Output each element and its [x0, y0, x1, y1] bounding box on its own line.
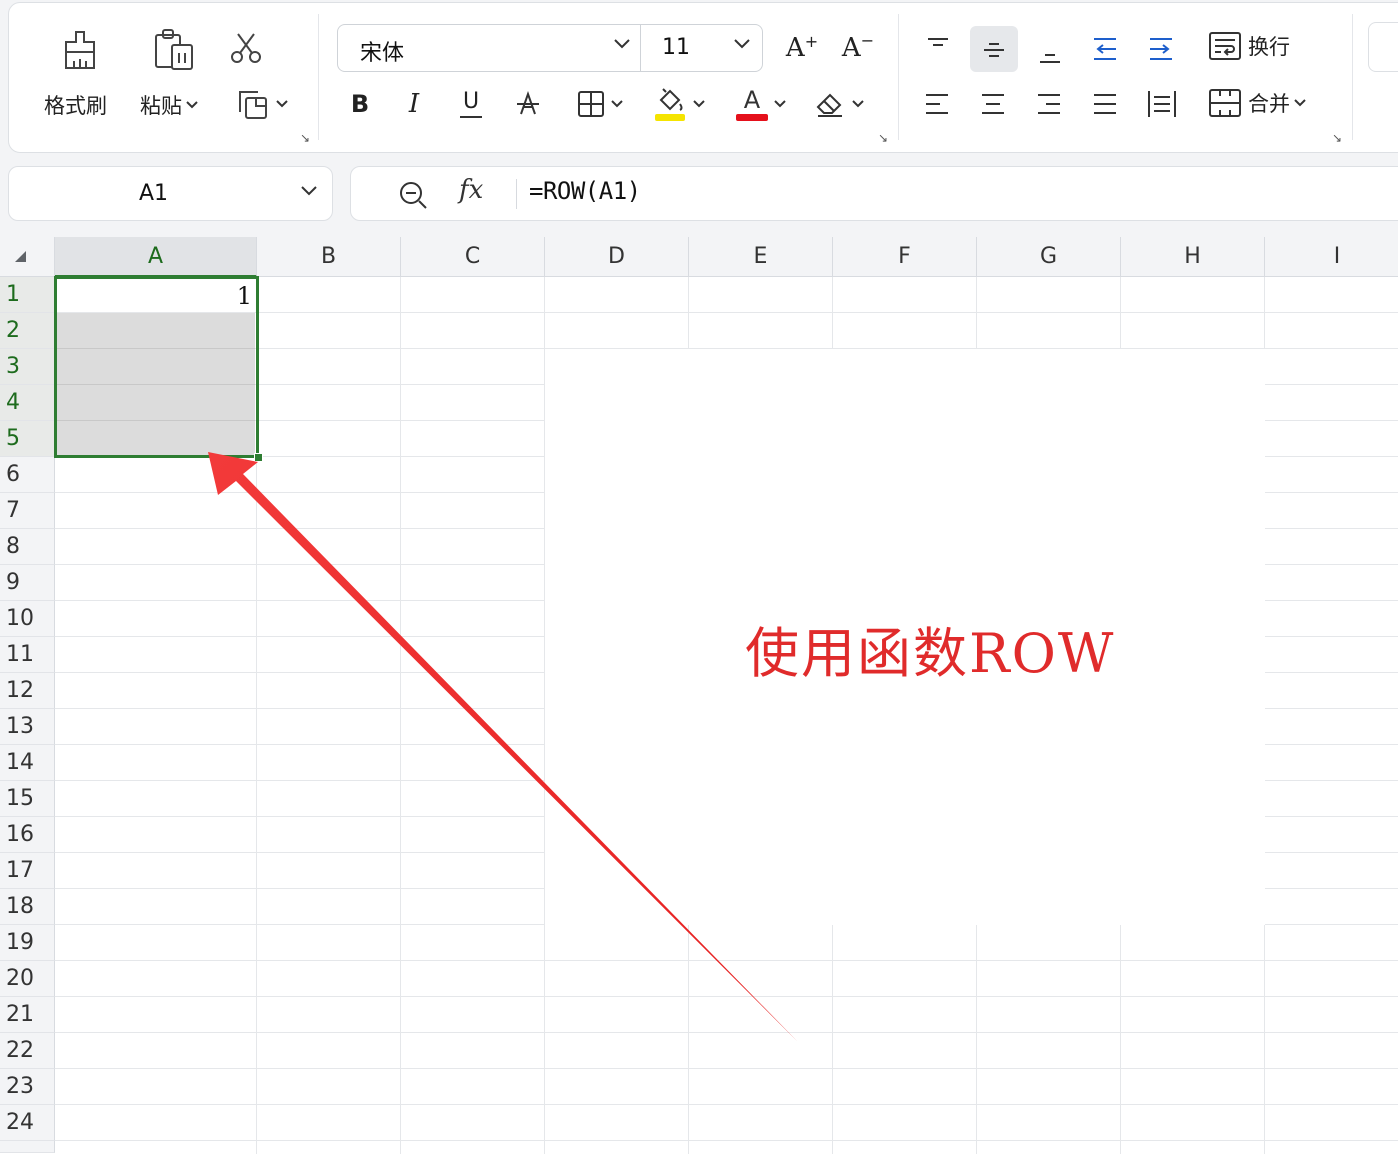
align-left-icon[interactable]: [920, 88, 954, 120]
chevron-down-icon: [611, 100, 623, 108]
merge-cells-icon: [1209, 89, 1241, 117]
format-painter-label: 格式刷: [44, 94, 107, 118]
underline-bar: [460, 115, 482, 118]
paste-button[interactable]: 粘贴: [140, 90, 198, 120]
formula-bar-divider: [516, 179, 517, 209]
ribbon-divider: [318, 14, 319, 140]
decrease-font-size-button[interactable]: A −: [840, 30, 876, 66]
increase-font-label: A: [785, 33, 805, 63]
wrap-text-icon: [1209, 32, 1241, 60]
font-color-swatch: [736, 113, 768, 121]
wrap-text-button[interactable]: 换行: [1208, 30, 1290, 62]
font-selector-group: 宋体 11: [337, 24, 763, 72]
formula-input[interactable]: =ROW(A1): [529, 177, 641, 205]
font-color-label: A: [743, 85, 761, 114]
formula-bar: fx =ROW(A1): [350, 166, 1398, 221]
italic-button[interactable]: I: [398, 86, 430, 122]
align-middle-icon[interactable]: [978, 34, 1010, 66]
annotation-arrow-icon: [208, 452, 797, 1041]
decrease-font-label: A: [841, 33, 861, 63]
increase-indent-icon[interactable]: [1144, 32, 1178, 66]
paste-icon[interactable]: [150, 26, 198, 74]
plus-icon: +: [804, 31, 819, 51]
ribbon-overflow-card[interactable]: [1368, 22, 1398, 72]
align-bottom-icon[interactable]: [1034, 38, 1066, 70]
chevron-down-icon: [852, 100, 864, 108]
clear-format-button[interactable]: [808, 86, 870, 122]
chevron-down-icon: [276, 100, 288, 108]
underline-button[interactable]: U: [454, 84, 488, 124]
merge-cells-button[interactable]: 合并: [1208, 88, 1306, 118]
ribbon-divider: [898, 14, 899, 140]
spreadsheet-grid[interactable]: ABCDEFGHI 1 2 3 4 5 6 7 8 9 10 11 12 13 14 15 16 17 18 19 2…: [0, 237, 1398, 1154]
chevron-down-icon: [693, 100, 705, 108]
strikethrough-icon[interactable]: [510, 86, 546, 122]
font-color-button[interactable]: A: [730, 84, 792, 124]
chevron-down-icon[interactable]: [734, 39, 750, 49]
bold-button[interactable]: B: [344, 86, 376, 122]
format-painter-button[interactable]: 格式刷: [44, 90, 107, 120]
wrap-text-label: 换行: [1248, 35, 1290, 59]
copy-icon: [239, 91, 267, 119]
decrease-indent-icon[interactable]: [1088, 32, 1122, 66]
cut-icon[interactable]: [224, 28, 268, 68]
paint-bucket-icon: [655, 88, 685, 121]
font-color-icon: A: [736, 88, 768, 121]
align-top-icon[interactable]: [922, 30, 954, 62]
distributed-align-icon[interactable]: [1144, 86, 1180, 122]
copy-button[interactable]: [230, 84, 292, 124]
increase-font-size-button[interactable]: A +: [784, 30, 820, 66]
font-dialog-launcher-icon[interactable]: ↘: [878, 131, 888, 145]
borders-icon: [578, 91, 604, 117]
align-right-icon[interactable]: [1032, 88, 1066, 120]
eraser-icon: [816, 93, 842, 117]
ribbon-divider: [1352, 14, 1353, 140]
font-box-divider: [640, 25, 641, 71]
chevron-down-icon: [774, 100, 786, 108]
fill-color-button[interactable]: [648, 84, 710, 124]
merge-label: 合并: [1248, 92, 1290, 116]
zoom-icon[interactable]: [397, 179, 429, 211]
chevron-down-icon[interactable]: [301, 186, 317, 196]
cell-reference: A1: [139, 181, 169, 206]
underline-label: U: [462, 88, 480, 114]
minus-icon: −: [860, 30, 875, 50]
align-center-icon[interactable]: [976, 88, 1010, 120]
name-box[interactable]: A1: [8, 166, 333, 221]
chevron-down-icon: [186, 101, 198, 109]
format-painter-icon[interactable]: [56, 26, 104, 74]
alignment-dialog-launcher-icon[interactable]: ↘: [1332, 131, 1342, 145]
font-size-dropdown[interactable]: 11: [662, 35, 690, 60]
insert-function-button[interactable]: fx: [459, 175, 483, 205]
clipboard-dialog-launcher-icon[interactable]: ↘: [300, 131, 310, 145]
chevron-down-icon: [1294, 99, 1306, 107]
chevron-down-icon[interactable]: [614, 39, 630, 49]
bold-label: B: [350, 90, 370, 118]
font-name-dropdown[interactable]: 宋体: [360, 35, 404, 67]
italic-label: I: [408, 89, 420, 119]
borders-button[interactable]: [570, 86, 630, 122]
paste-label: 粘贴: [140, 94, 182, 118]
justify-icon[interactable]: [1088, 88, 1122, 120]
